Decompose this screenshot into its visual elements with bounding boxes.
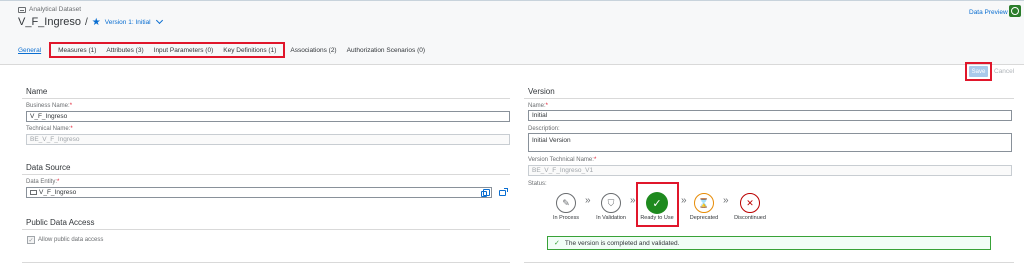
name-section-title: Name <box>26 87 48 96</box>
tab-general[interactable]: General <box>18 47 46 54</box>
data-source-divider <box>22 174 510 175</box>
dataset-icon <box>18 6 26 13</box>
tab-input-parameters[interactable]: Input Parameters (0) <box>149 47 219 54</box>
version-name-input[interactable]: Initial <box>528 110 1012 121</box>
version-name-label: Name:* <box>528 103 549 109</box>
in-process-status-icon[interactable]: ✎ <box>556 193 576 213</box>
ready-to-use-status-icon[interactable]: ✓ <box>646 192 668 214</box>
arrow-icon: » <box>723 195 729 206</box>
in-process-label: In Process <box>553 215 579 221</box>
arrow-icon: » <box>681 195 687 206</box>
arrow-icon: » <box>585 195 591 206</box>
technical-name-label: Technical Name:* <box>26 126 73 132</box>
version-selector[interactable]: Version 1: Initial <box>105 19 151 26</box>
name-section-divider <box>22 98 510 99</box>
technical-name-input: BE_V_F_Ingreso <box>26 134 510 145</box>
success-message-strip: ✓ The version is completed and validated… <box>547 236 991 250</box>
tab-bar: General Measures (1) Attributes (3) Inpu… <box>18 42 430 58</box>
tab-associations[interactable]: Associations (2) <box>285 47 341 54</box>
left-bottom-divider <box>22 262 510 263</box>
star-icon: ★ <box>91 16 101 28</box>
public-access-divider <box>22 229 510 230</box>
data-entity-input[interactable]: V_F_Ingreso <box>26 187 492 198</box>
cancel-button[interactable]: Cancel <box>994 68 1014 75</box>
page-title: V_F_Ingreso <box>18 16 81 28</box>
business-name-label: Business Name:* <box>26 103 73 109</box>
version-section-title: Version <box>528 87 555 96</box>
tab-measures[interactable]: Measures (1) <box>53 47 101 54</box>
data-entity-label: Data Entity:* <box>26 179 60 185</box>
allow-public-label: Allow public data access <box>38 237 104 243</box>
header-divider <box>0 64 1024 65</box>
public-access-section-title: Public Data Access <box>26 218 95 227</box>
deprecated-status-icon[interactable]: ⌛ <box>694 193 714 213</box>
description-textarea[interactable]: Initial Version <box>528 133 1012 152</box>
in-validation-status-icon[interactable]: ⛉ <box>601 193 621 213</box>
save-highlight: Save <box>965 62 992 81</box>
success-message-text: The version is completed and validated. <box>564 239 680 247</box>
description-label: Description: <box>528 126 560 132</box>
discontinued-status-icon[interactable]: ✕ <box>740 193 760 213</box>
title-row: V_F_Ingreso / ★ Version 1: Initial <box>18 16 163 28</box>
ready-to-use-label: Ready to Use <box>640 215 674 221</box>
breadcrumb[interactable]: Analytical Dataset <box>18 6 81 13</box>
allow-public-checkbox[interactable]: ✓ <box>27 236 35 244</box>
data-preview-link[interactable]: Data Preview <box>969 9 1008 16</box>
right-bottom-divider <box>524 262 1014 263</box>
data-source-section-title: Data Source <box>26 163 71 172</box>
object-header: Analytical Dataset V_F_Ingreso / ★ Versi… <box>0 0 1024 64</box>
chevron-down-icon[interactable] <box>155 16 163 25</box>
entity-icon <box>30 190 37 195</box>
data-preview-button[interactable] <box>1009 5 1021 17</box>
success-check-icon: ✓ <box>554 240 560 247</box>
tab-attributes[interactable]: Attributes (3) <box>101 47 148 54</box>
business-name-input[interactable]: V_F_Ingreso <box>26 111 510 122</box>
title-separator: / <box>84 16 88 28</box>
deprecated-label: Deprecated <box>689 215 719 221</box>
open-entity-icon[interactable] <box>499 188 508 196</box>
arrow-icon: » <box>630 195 636 206</box>
highlighted-tab-group: Measures (1) Attributes (3) Input Parame… <box>49 42 286 58</box>
version-section-divider <box>524 98 1014 99</box>
discontinued-label: Discontinued <box>734 215 766 221</box>
breadcrumb-label: Analytical Dataset <box>29 6 82 13</box>
tab-authorization-scenarios[interactable]: Authorization Scenarios (0) <box>342 47 430 54</box>
version-tech-name-label: Version Technical Name:* <box>528 157 597 163</box>
status-label: Status: <box>528 181 547 187</box>
tab-key-definitions[interactable]: Key Definitions (1) <box>218 47 281 54</box>
save-button[interactable]: Save <box>969 66 988 77</box>
version-tech-name-input: BE_V_F_Ingreso_V1 <box>528 165 1012 176</box>
data-entity-value: V_F_Ingreso <box>39 189 77 196</box>
in-validation-label: In Validation <box>596 215 626 221</box>
copy-icon[interactable] <box>481 189 490 197</box>
